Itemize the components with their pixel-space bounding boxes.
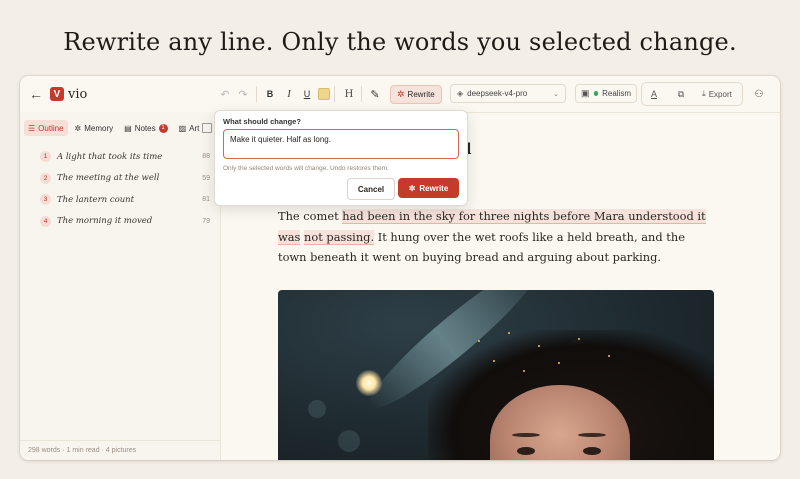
underline-button[interactable]: U bbox=[300, 76, 314, 112]
outline-title: The morning it moved bbox=[57, 216, 153, 227]
outline-item[interactable]: 2 The meeting at the well 59 bbox=[40, 168, 210, 190]
outline-title: A light that took its time bbox=[57, 151, 163, 162]
status-dot bbox=[593, 91, 599, 96]
style-button[interactable]: ▣ Realism bbox=[575, 84, 637, 103]
download-icon: ⤓ bbox=[702, 89, 706, 98]
picture-icon: ▣ bbox=[581, 88, 590, 98]
sparkle bbox=[558, 362, 560, 364]
outline-number: 4 bbox=[40, 215, 51, 227]
eyebrow bbox=[578, 433, 606, 437]
model-icon: ◈ bbox=[457, 89, 464, 98]
outline-number: 2 bbox=[40, 172, 51, 184]
outline-title: The lantern count bbox=[57, 194, 135, 205]
eye bbox=[517, 447, 535, 455]
app-name: vio bbox=[68, 86, 88, 102]
toolbar: ← V vio ↶ ↷ B I U H ✎ ✲ Rewrite ◈ deepse… bbox=[20, 76, 780, 113]
rewrite-toolbar-label: Rewrite bbox=[407, 90, 435, 99]
toolbar-divider bbox=[334, 86, 335, 102]
model-name: deepseek-v4-pro bbox=[467, 89, 528, 98]
collapse-sidebar-icon[interactable] bbox=[202, 123, 212, 133]
outline-item[interactable]: 1 A light that took its time 88 bbox=[40, 146, 210, 168]
tab-label: Memory bbox=[84, 123, 114, 133]
outline-number: 1 bbox=[40, 151, 51, 163]
outline-item[interactable]: 4 The morning it moved 79 bbox=[40, 211, 210, 233]
story-illustration[interactable] bbox=[278, 290, 714, 460]
toolbar-divider bbox=[256, 86, 257, 102]
image-icon: ▨ bbox=[178, 123, 187, 133]
heading-button[interactable]: H bbox=[342, 76, 356, 112]
sidebar: ☰ Outline ✲ Memory ▤ Notes 1 ▨ Art 1 A l… bbox=[20, 112, 221, 460]
paragraph-text: The comet bbox=[278, 209, 343, 223]
chevron-down-icon: ⌄ bbox=[553, 90, 559, 98]
rewrite-popover: What should change? Make it quieter. Hal… bbox=[214, 110, 468, 206]
redo-icon[interactable]: ↷ bbox=[236, 76, 250, 112]
sparkle-icon: ✲ bbox=[74, 123, 82, 133]
sparkle bbox=[578, 338, 580, 340]
outline-count: 81 bbox=[202, 196, 210, 204]
sparkle bbox=[478, 340, 480, 342]
tab-label: Notes bbox=[134, 123, 156, 133]
cancel-button[interactable]: Cancel bbox=[347, 178, 395, 200]
outline-count: 79 bbox=[202, 217, 210, 225]
rewrite-button-label: Rewrite bbox=[419, 183, 449, 193]
back-arrow-icon[interactable]: ← bbox=[28, 76, 44, 112]
rewrite-instruction-input[interactable]: Make it quieter. Half as long. bbox=[223, 129, 459, 159]
sparkle-icon: ✲ bbox=[397, 89, 405, 99]
sparkle bbox=[523, 370, 525, 372]
outline-item[interactable]: 3 The lantern count 81 bbox=[40, 189, 210, 211]
sparkle bbox=[608, 355, 610, 357]
copy-icon[interactable]: ⧉ bbox=[675, 76, 687, 112]
tab-notes[interactable]: ▤ Notes 1 bbox=[120, 120, 171, 136]
note-icon: ▤ bbox=[124, 123, 132, 133]
sparkle bbox=[493, 360, 495, 362]
text-color-icon[interactable]: A bbox=[648, 76, 660, 112]
sidebar-tabs: ☰ Outline ✲ Memory ▤ Notes 1 ▨ Art bbox=[24, 120, 203, 136]
export-button[interactable]: ⤓ Export bbox=[696, 76, 738, 112]
notes-badge: 1 bbox=[158, 123, 168, 133]
outline-number: 3 bbox=[40, 194, 51, 206]
model-select[interactable]: ◈ deepseek-v4-pro ⌄ bbox=[450, 84, 566, 103]
sparkle-icon: ✲ bbox=[408, 183, 416, 193]
outline-count: 88 bbox=[202, 153, 210, 161]
list-icon: ☰ bbox=[28, 123, 36, 133]
comet-head bbox=[356, 370, 382, 396]
bokeh-light bbox=[338, 430, 360, 452]
outline-title: The meeting at the well bbox=[57, 173, 160, 184]
rewrite-button[interactable]: ✲ Rewrite bbox=[398, 178, 459, 198]
style-label: Realism bbox=[602, 89, 631, 98]
rewrite-toolbar-button[interactable]: ✲ Rewrite bbox=[390, 85, 442, 104]
outline-count: 59 bbox=[202, 174, 210, 182]
document-stats: 298 words · 1 min read · 4 pictures bbox=[20, 440, 220, 460]
selected-text[interactable]: not passing. bbox=[304, 229, 375, 245]
sparkle bbox=[538, 345, 540, 347]
tab-label: Outline bbox=[38, 123, 64, 133]
tab-art[interactable]: ▨ Art bbox=[175, 120, 204, 136]
story-paragraph[interactable]: The comet had been in the sky for three … bbox=[278, 206, 716, 268]
popover-hint: Only the selected words will change. Und… bbox=[223, 165, 389, 172]
page-headline: Rewrite any line. Only the words you sel… bbox=[63, 28, 737, 56]
export-label: Export bbox=[708, 89, 732, 99]
outline-list: 1 A light that took its time 88 2 The me… bbox=[40, 146, 210, 232]
toolbar-divider bbox=[361, 86, 362, 102]
user-icon[interactable]: ⚇ bbox=[752, 76, 766, 112]
sparkle bbox=[508, 332, 510, 334]
tab-label: Art bbox=[189, 123, 200, 133]
pen-icon[interactable]: ✎ bbox=[368, 76, 382, 112]
bold-button[interactable]: B bbox=[263, 76, 277, 112]
eye bbox=[583, 447, 601, 455]
highlight-button[interactable] bbox=[318, 88, 330, 100]
tab-memory[interactable]: ✲ Memory bbox=[71, 120, 118, 136]
app-logo: V bbox=[50, 87, 64, 101]
italic-button[interactable]: I bbox=[282, 76, 296, 112]
popover-label: What should change? bbox=[223, 117, 301, 126]
bokeh-light bbox=[308, 400, 326, 418]
tab-outline[interactable]: ☰ Outline bbox=[24, 120, 68, 136]
eyebrow bbox=[512, 433, 540, 437]
undo-icon[interactable]: ↶ bbox=[218, 76, 232, 112]
